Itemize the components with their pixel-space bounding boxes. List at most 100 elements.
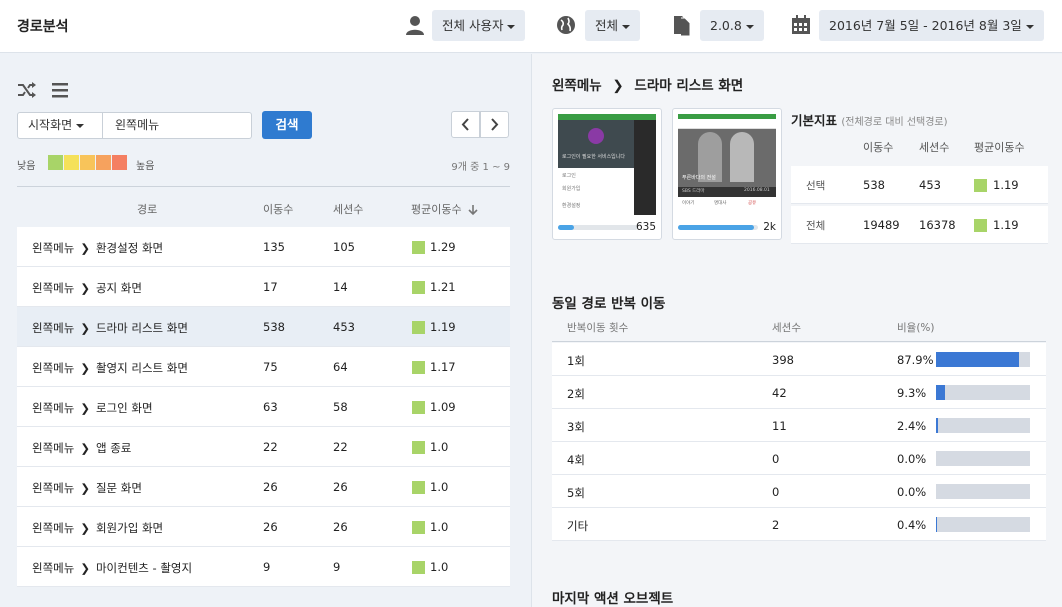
search-button[interactable]: 검색 [262,111,312,139]
screen-thumbnail-to[interactable]: 푸른바다의 전설 SBS 드라마 2016.08.01 이야기 명대사 공유 2… [672,108,782,240]
repeat-count: 기타 [567,519,589,533]
path-cell: 왼쪽메뉴 ❯ 로그인 화면 [32,400,153,416]
ratio-bar-fill [936,517,937,532]
kpi-moves: 538 [863,178,885,192]
last-action-section-title: 마지막 액션 오브젝트 [552,591,674,607]
quality-indicator [412,281,425,294]
thumbnail-caption: 로그인이 필요한 서비스입니다 [562,154,625,160]
legend-swatch [48,155,63,170]
kpi-col-moves: 이동수 [863,141,894,154]
path-row[interactable]: 왼쪽메뉴 ❯ 앱 종료 22 22 1.0 [17,427,510,467]
quality-indicator [412,481,425,494]
quality-indicator [412,401,425,414]
version-filter-dropdown[interactable]: 2.0.8 [700,10,764,41]
list-icon[interactable] [50,80,70,100]
user-filter-dropdown[interactable]: 전체 사용자 [432,10,526,41]
chevron-right-icon [491,118,499,131]
thumbnail-progress [678,225,758,230]
path-row[interactable]: 왼쪽메뉴 ❯ 공지 화면 17 14 1.21 [17,267,510,307]
moves-cell: 63 [263,400,278,414]
path-detail-panel: 왼쪽메뉴 ❯ 드라마 리스트 화면 로그인이 필요한 서비스입니다 로그인 회원… [531,54,1062,607]
path-table-header: 경로 이동수 세션수 평균이동수 [17,186,510,227]
prev-page-button[interactable] [451,111,480,138]
path-cell: 왼쪽메뉴 ❯ 마이컨텐츠 - 촬영지 [32,560,192,576]
calendar-icon [792,15,810,34]
repeat-row: 1회 398 87.9% [552,343,1046,376]
legend-swatch [112,155,127,170]
path-to: 질문 화면 [95,481,142,495]
moves-cell: 135 [263,240,285,254]
sessions-cell: 105 [333,240,355,254]
path-to: 공지 화면 [95,281,142,295]
path-row[interactable]: 왼쪽메뉴 ❯ 드라마 리스트 화면 538 453 1.19 [17,307,510,347]
kpi-sessions: 16378 [919,218,956,232]
top-bar: 경로분석 전체 사용자 전체 2.0.8 2016년 7월 5일 - 2016년… [0,0,1062,53]
thumbnail-progress-fill [558,225,574,230]
avg-cell: 1.29 [430,240,456,254]
ratio-bar [936,418,1030,433]
col-avg-label: 평균이동수 [411,203,462,216]
path-row[interactable]: 왼쪽메뉴 ❯ 로그인 화면 63 58 1.09 [17,387,510,427]
thumbnail-drama-sub: SBS 드라마 [682,189,705,194]
path-row[interactable]: 왼쪽메뉴 ❯ 회원가입 화면 26 26 1.0 [17,507,510,547]
path-row[interactable]: 왼쪽메뉴 ❯ 촬영지 리스트 화면 75 64 1.17 [17,347,510,387]
basic-metrics-subtitle: (전체경로 대비 선택경로) [841,117,948,128]
user-icon [406,16,424,35]
sessions-cell: 14 [333,280,348,294]
region-filter-dropdown[interactable]: 전체 [585,10,641,41]
col-avg[interactable]: 평균이동수 [411,201,478,217]
basic-metrics-title-text: 기본지표 [791,113,838,128]
thumbnail-menu-2: 회원가입 [562,186,581,192]
chevron-left-icon [461,118,469,131]
quality-indicator [412,521,425,534]
path-row[interactable]: 왼쪽메뉴 ❯ 마이컨텐츠 - 촬영지 9 9 1.0 [17,547,510,587]
sessions-cell: 26 [333,480,348,494]
path-row[interactable]: 왼쪽메뉴 ❯ 질문 화면 26 26 1.0 [17,467,510,507]
repeat-row: 2회 42 9.3% [552,376,1046,409]
repeat-ratio: 0.0% [897,452,927,466]
path-arrow-icon: ❯ [80,481,90,495]
path-from: 왼쪽메뉴 [32,361,75,375]
screen-search-input[interactable]: 왼쪽메뉴 [103,112,252,139]
legend-swatch [80,155,95,170]
path-from: 왼쪽메뉴 [32,481,75,495]
moves-cell: 538 [263,320,285,334]
path-arrow-icon: ❯ [80,281,90,295]
repeat-row: 3회 11 2.4% [552,409,1046,442]
start-screen-select[interactable]: 시작화면 [17,112,103,139]
next-page-button[interactable] [480,111,509,138]
version-files-icon [674,16,691,36]
repeat-ratio: 87.9% [897,353,934,367]
thumbnail-drama-date: 2016.08.01 [744,188,770,193]
repeat-table-body: 1회 398 87.9% 2회 42 9.3% 3회 11 2.4% 4회 0 0.0% 5회 0 0.0%… [552,343,1046,541]
ratio-bar [936,385,1030,400]
screen-thumbnail-from[interactable]: 로그인이 필요한 서비스입니다 로그인 회원가입 환경설정 635 [552,108,662,240]
col-sessions[interactable]: 세션수 [333,201,363,217]
path-to: 촬영지 리스트 화면 [95,361,188,375]
ratio-bar [936,484,1030,499]
path-cell: 왼쪽메뉴 ❯ 촬영지 리스트 화면 [32,360,188,376]
kpi-label: 선택 [806,180,826,192]
avg-cell: 1.09 [430,400,456,414]
path-from: 왼쪽메뉴 [32,241,75,255]
thumbnail-menu-1: 로그인 [562,173,576,179]
path-arrow-icon: ❯ [80,321,90,335]
repeat-sessions: 42 [772,386,787,400]
path-from: 왼쪽메뉴 [32,441,75,455]
quality-indicator [412,561,425,574]
path-row[interactable]: 왼쪽메뉴 ❯ 환경설정 화면 135 105 1.29 [17,227,510,267]
thumbnail-count: 2k [763,221,776,233]
col-path[interactable]: 경로 [137,201,157,217]
thumbnail-progress [558,225,638,230]
date-range-dropdown[interactable]: 2016년 7월 5일 - 2016년 8월 3일 [819,10,1044,41]
kpi-avg: 1.19 [993,178,1019,192]
repeat-col-count: 반복이동 횟수 [567,322,629,334]
thumbnail-progress-fill [678,225,754,230]
col-moves[interactable]: 이동수 [263,201,293,217]
selected-path-to: 드라마 리스트 화면 [634,78,744,94]
path-cell: 왼쪽메뉴 ❯ 회원가입 화면 [32,520,163,536]
path-from: 왼쪽메뉴 [32,281,75,295]
kpi-moves: 19489 [863,218,900,232]
shuffle-icon[interactable] [17,80,37,100]
moves-cell: 75 [263,360,278,374]
